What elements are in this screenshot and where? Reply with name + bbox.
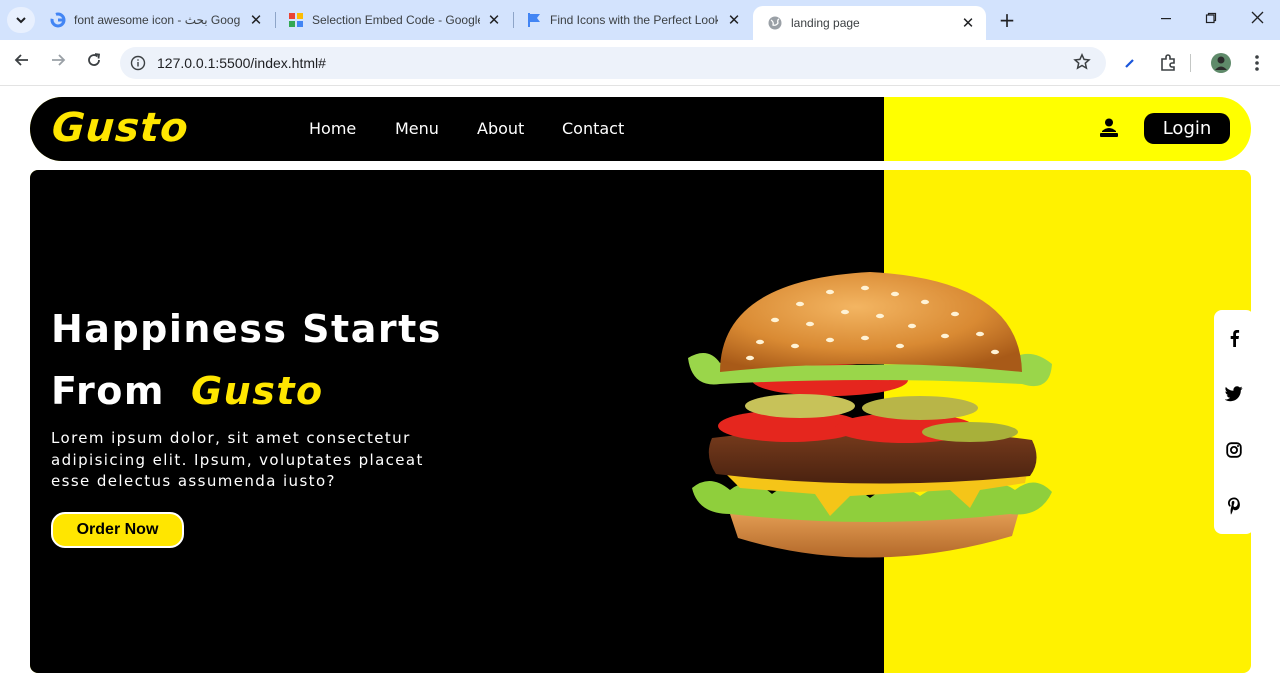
globe-icon — [767, 15, 783, 31]
nav-link-home[interactable]: Home — [309, 119, 356, 138]
hero-title-line2: From — [51, 369, 165, 413]
tab-title: Selection Embed Code - Google — [312, 13, 480, 27]
social-links-bar — [1214, 310, 1251, 534]
chevron-down-icon — [16, 17, 26, 24]
site-logo[interactable]: Gusto — [50, 105, 190, 151]
tab-close-icon[interactable]: ✕ — [960, 15, 976, 31]
hero-title-brand: Gusto — [190, 369, 324, 413]
landing-page: Gusto Home Menu About Contact Login Happ… — [0, 87, 1280, 689]
minimize-button[interactable] — [1154, 8, 1178, 32]
flag-icon — [526, 12, 542, 28]
extension-pen-icon[interactable] — [1119, 52, 1141, 74]
extensions-puzzle-icon[interactable] — [1157, 52, 1179, 74]
profile-avatar[interactable] — [1210, 52, 1232, 74]
nav-link-about[interactable]: About — [477, 119, 524, 138]
login-button[interactable]: Login — [1144, 113, 1230, 144]
hero-title: Happiness Starts From Gusto — [51, 298, 442, 422]
tab-search-button[interactable] — [7, 7, 35, 33]
browser-tab-strip: font awesome icon - بحث Goog ✕ Selection… — [0, 0, 1280, 40]
toolbar-divider — [1190, 54, 1191, 72]
twitter-icon[interactable] — [1224, 384, 1244, 404]
tab-title: Find Icons with the Perfect Look — [550, 13, 718, 27]
close-icon — [1251, 11, 1263, 24]
nav-link-contact[interactable]: Contact — [562, 119, 624, 138]
tab-close-icon[interactable]: ✕ — [726, 12, 742, 28]
burger-image — [688, 272, 1052, 558]
facebook-icon[interactable] — [1224, 328, 1244, 348]
tab-close-icon[interactable]: ✕ — [486, 12, 502, 28]
tab-title: landing page — [791, 16, 860, 30]
arrow-right-icon — [52, 54, 66, 66]
pinterest-icon[interactable] — [1224, 496, 1244, 516]
new-tab-button[interactable]: + — [995, 8, 1019, 32]
browser-tab-active[interactable]: landing page ✕ — [753, 6, 986, 40]
tab-title: font awesome icon - بحث Goog — [74, 13, 241, 27]
hero-section: Happiness Starts From Gusto Lorem ipsum d… — [30, 170, 1251, 673]
arrow-left-icon — [14, 54, 28, 66]
restore-button[interactable] — [1199, 8, 1223, 32]
nav-link-menu[interactable]: Menu — [395, 119, 439, 138]
browser-tab-1[interactable]: font awesome icon - بحث Goog ✕ — [36, 0, 274, 40]
forward-button[interactable] — [46, 51, 70, 75]
site-navbar: Gusto Home Menu About Contact Login — [30, 97, 1251, 161]
site-info-icon[interactable] — [130, 55, 146, 71]
user-icon[interactable] — [1098, 117, 1120, 139]
hero-title-line1: Happiness Starts — [51, 307, 442, 351]
tab-close-icon[interactable]: ✕ — [248, 12, 264, 28]
close-window-button[interactable] — [1245, 8, 1269, 32]
kebab-menu-icon[interactable] — [1246, 52, 1268, 74]
reload-icon — [88, 53, 101, 66]
reload-button[interactable] — [82, 51, 106, 75]
minimize-icon — [1161, 18, 1171, 20]
google-fonts-icon — [288, 12, 304, 28]
url-text[interactable]: 127.0.0.1:5500/index.html# — [157, 55, 326, 71]
instagram-icon[interactable] — [1224, 440, 1244, 460]
restore-icon — [1205, 12, 1217, 24]
address-bar[interactable]: 127.0.0.1:5500/index.html# — [120, 47, 1106, 79]
order-now-button[interactable]: Order Now — [51, 512, 184, 548]
back-button[interactable] — [10, 51, 34, 75]
browser-tab-2[interactable]: Selection Embed Code - Google ✕ — [274, 0, 512, 40]
bookmark-star-icon[interactable] — [1072, 52, 1092, 73]
google-g-icon — [50, 12, 66, 28]
browser-tab-3[interactable]: Find Icons with the Perfect Look ✕ — [512, 0, 752, 40]
hero-description: Lorem ipsum dolor, sit amet consectetur … — [51, 429, 424, 490]
browser-toolbar: 127.0.0.1:5500/index.html# — [0, 40, 1280, 86]
